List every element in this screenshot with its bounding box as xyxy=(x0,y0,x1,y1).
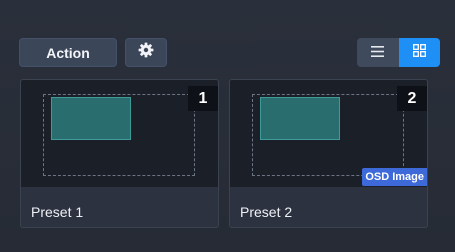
preset-number-badge: 1 xyxy=(188,86,218,111)
preset-card[interactable]: 1 Preset 1 xyxy=(20,79,219,228)
preset-label: Preset 1 xyxy=(31,204,84,220)
list-icon xyxy=(371,44,385,62)
osd-image-tag: OSD Image xyxy=(362,168,427,186)
preset-label: Preset 2 xyxy=(240,204,293,220)
settings-button[interactable] xyxy=(125,38,167,67)
list-view-button[interactable] xyxy=(357,38,399,67)
gear-icon xyxy=(138,42,154,63)
action-button-label: Action xyxy=(46,44,90,61)
preset-card[interactable]: 2 OSD Image Preset 2 xyxy=(229,79,428,228)
osd-region xyxy=(260,97,340,140)
action-button[interactable]: Action xyxy=(19,38,117,67)
preset-panel: Action 1 Preset 1 2 OSD Image Preset 2 xyxy=(0,0,455,252)
preset-thumbnail: 2 OSD Image xyxy=(230,80,427,187)
grid-view-button[interactable] xyxy=(398,38,440,67)
preset-number-badge: 2 xyxy=(397,86,427,111)
grid-icon xyxy=(412,43,426,62)
view-mode-toggle xyxy=(357,38,440,67)
preset-thumbnail: 1 xyxy=(21,80,218,187)
osd-region xyxy=(51,97,131,140)
